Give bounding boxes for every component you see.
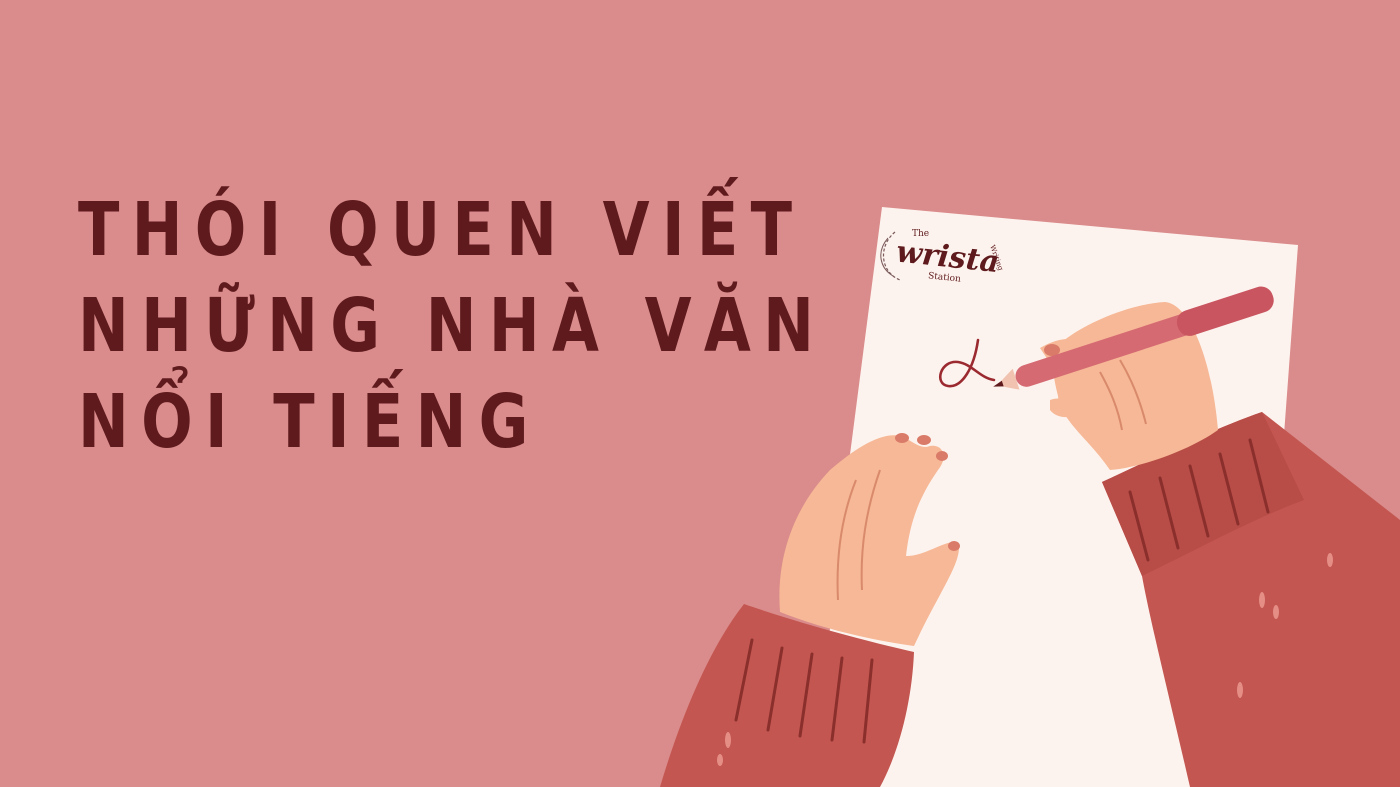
banner: THÓI QUEN VIẾT NHỮNG NHÀ VĂN NỔI TIẾNG T…	[0, 0, 1400, 787]
hands-writing-illustration: The wrista Writing Station	[660, 207, 1400, 787]
